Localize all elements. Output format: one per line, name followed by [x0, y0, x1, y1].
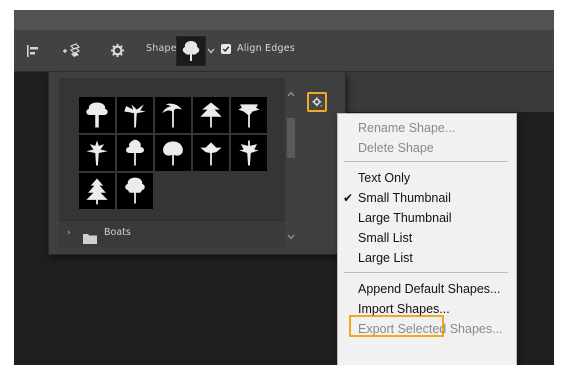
menu-item-rename-shape: Rename Shape... — [338, 118, 514, 138]
shape-picker-panel: › Boats — [48, 72, 346, 255]
shape-thumbnail[interactable] — [117, 135, 153, 171]
shape-thumbnail[interactable] — [155, 97, 191, 133]
menu-item-export-selected-shapes: Export Selected Shapes... — [338, 319, 514, 339]
shape-thumbnail[interactable] — [79, 135, 115, 171]
tree-11-icon — [86, 178, 108, 205]
picker-settings-button[interactable] — [307, 92, 327, 112]
menu-item-label: Rename Shape... — [358, 121, 456, 135]
gear-icon — [311, 96, 322, 107]
menu-item-label: Append Default Shapes... — [358, 282, 501, 296]
menu-item-label: Large Thumbnail — [358, 211, 452, 225]
folder-row-boats[interactable]: › Boats — [59, 220, 285, 247]
tree-10-icon — [239, 140, 259, 166]
options-bar: Shape: Align Edges — [14, 30, 554, 72]
menu-item-large-list[interactable]: Large List — [338, 248, 514, 268]
tree-12-icon — [125, 177, 145, 204]
align-left-icon[interactable] — [22, 30, 44, 71]
gear-icon[interactable] — [106, 30, 128, 71]
menu-item-label: Small List — [358, 231, 413, 245]
photoshop-window: Shape: Align Edges › Boats Rename Shape.… — [14, 10, 554, 365]
shape-thumbnail[interactable] — [193, 97, 229, 133]
path-arrangement-icon[interactable] — [58, 30, 84, 71]
menu-item-import-shapes[interactable]: Import Shapes... — [338, 299, 514, 319]
shape-thumbnail[interactable] — [231, 135, 267, 171]
menu-item-small-list[interactable]: Small List — [338, 228, 514, 248]
menu-item-small-thumbnail[interactable]: ✔ Small Thumbnail — [338, 188, 514, 208]
folder-label: Boats — [104, 227, 131, 238]
chevron-down-icon[interactable] — [206, 45, 216, 57]
tree-5-icon — [238, 104, 260, 128]
checkmark-icon: ✔ — [343, 191, 354, 205]
menu-separator — [344, 161, 508, 162]
menu-item-label: Export Selected Shapes... — [358, 322, 503, 336]
menu-item-label: Text Only — [358, 171, 411, 185]
menu-item-text-only[interactable]: Text Only — [338, 168, 514, 188]
menu-item-append-default-shapes[interactable]: Append Default Shapes... — [338, 279, 514, 299]
shape-picker-menu: Rename Shape... Delete Shape Text Only ✔ Sma… — [337, 113, 517, 365]
tree-6-icon — [86, 140, 108, 166]
menu-item-large-thumbnail[interactable]: Large Thumbnail — [338, 208, 514, 228]
palm-tree-icon — [162, 103, 182, 128]
menu-item-label: Delete Shape — [358, 141, 434, 155]
menu-item-delete-shape: Delete Shape — [338, 138, 514, 158]
panel-header-bar — [344, 72, 554, 112]
shape-thumbnail[interactable] — [79, 173, 115, 209]
tree-7-icon — [125, 139, 145, 166]
scroll-up-icon[interactable] — [287, 82, 295, 101]
tree-8-icon — [163, 141, 183, 166]
shape-thumbnail[interactable] — [193, 135, 229, 171]
scroll-thumb[interactable] — [287, 118, 295, 158]
menu-item-label: Import Shapes... — [358, 302, 450, 316]
align-edges-label: Align Edges — [237, 43, 295, 54]
shape-thumbnail[interactable] — [155, 135, 191, 171]
tree-4-icon — [200, 102, 222, 128]
tree-shape-icon — [182, 41, 200, 61]
tree-2-icon — [124, 104, 146, 128]
menu-item-label: Small Thumbnail — [358, 191, 451, 205]
shape-thumbnail[interactable] — [117, 97, 153, 133]
menu-strip — [14, 10, 554, 30]
align-edges-checkbox[interactable] — [221, 44, 231, 54]
shape-thumbnail[interactable] — [117, 173, 153, 209]
shape-preview[interactable] — [176, 36, 206, 66]
tree-1-icon — [86, 102, 108, 128]
menu-item-label: Large List — [358, 251, 413, 265]
tree-9-icon — [200, 142, 222, 166]
chevron-right-icon[interactable]: › — [67, 228, 71, 238]
scroll-down-icon[interactable] — [287, 225, 295, 244]
shape-thumbnail[interactable] — [79, 97, 115, 133]
shape-thumbnail[interactable] — [231, 97, 267, 133]
menu-separator — [344, 272, 508, 273]
scrollbar[interactable] — [286, 80, 296, 246]
folder-icon — [83, 229, 97, 248]
